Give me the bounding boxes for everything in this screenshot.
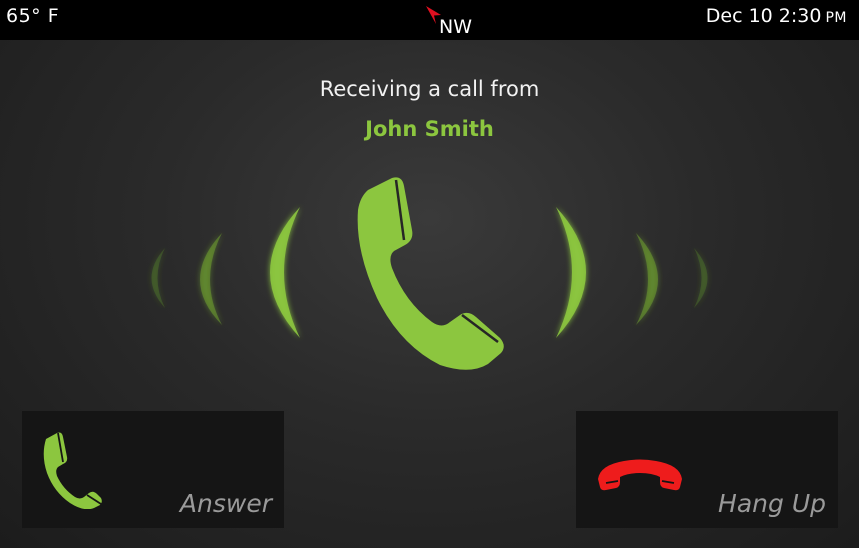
hang-up-label: Hang Up <box>718 489 826 518</box>
compass: NW <box>424 4 484 38</box>
incoming-call-screen: Receiving a call from John Smith Answer … <box>0 40 859 548</box>
clock: Dec 10 2:30 PM <box>706 5 847 27</box>
temperature-readout: 65° F <box>6 5 60 27</box>
answer-label: Answer <box>179 489 272 518</box>
compass-heading: NW <box>439 16 472 38</box>
phone-hangup-icon <box>598 459 682 491</box>
right-sound-waves <box>556 207 708 338</box>
date-time: Dec 10 2:30 <box>705 5 822 27</box>
status-bar: 65° F NW Dec 10 2:30 PM <box>0 0 859 40</box>
am-pm: PM <box>825 10 847 26</box>
left-sound-waves <box>151 207 300 338</box>
answer-button[interactable]: Answer <box>22 411 284 528</box>
large-handset <box>357 177 504 370</box>
hang-up-button[interactable]: Hang Up <box>576 411 838 528</box>
phone-icon <box>43 432 102 509</box>
